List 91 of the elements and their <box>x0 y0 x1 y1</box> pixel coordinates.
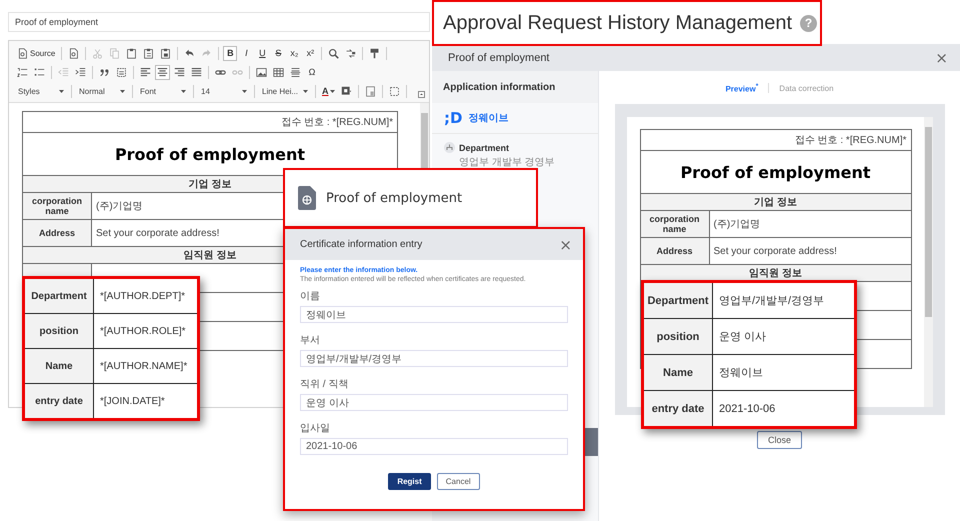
format-button[interactable]: B <box>223 46 238 60</box>
format-button[interactable]: S <box>271 46 286 60</box>
department-label: Department <box>459 142 510 152</box>
close-button[interactable]: × <box>559 236 572 254</box>
redo-arrow-icon <box>201 48 212 58</box>
user-name: 정웨이브 <box>468 112 508 125</box>
clipboard-text-icon <box>143 48 154 58</box>
section-heading: 기업 정보 <box>640 194 911 210</box>
fill-color-icon <box>340 86 352 96</box>
org-chart-icon <box>444 142 455 153</box>
toolbar-dropdown[interactable]: Line Hei... <box>259 84 311 98</box>
input-field[interactable]: 정웨이브 <box>300 306 568 323</box>
registration-number: 접수 번호 : *[REG.NUM]* <box>22 112 398 132</box>
close-button[interactable]: × <box>935 48 948 66</box>
toolbar-dropdown[interactable]: Styles <box>15 84 67 98</box>
format-brush-icon <box>369 48 380 58</box>
dashed-square-icon <box>388 86 400 96</box>
indent-icon <box>75 66 86 78</box>
format-button[interactable]: x² <box>303 46 318 60</box>
close-button[interactable]: Close <box>756 431 802 449</box>
toolbar-dropdown[interactable]: 14 <box>198 84 250 98</box>
row-label: entry date <box>642 390 712 428</box>
scissors-icon <box>92 48 104 58</box>
search-icon <box>328 48 340 58</box>
text-color-button[interactable]: A <box>320 84 336 98</box>
input-field[interactable]: 운영 이사 <box>300 394 568 411</box>
caret-icon <box>242 90 247 92</box>
page-title: Approval Request History Management <box>443 12 792 34</box>
title-field[interactable]: Proof of employment <box>8 12 430 32</box>
field-label: 이름 <box>300 290 321 303</box>
format-button[interactable]: I <box>239 46 254 60</box>
numbered-list-icon <box>17 66 28 78</box>
outdent-icon <box>58 66 69 78</box>
quote-marks-icon <box>99 66 110 78</box>
caret-icon <box>120 90 125 92</box>
field-label: 직위 / 직책 <box>300 378 350 391</box>
document-globe-icon <box>298 186 316 210</box>
input-field[interactable]: 2021-10-06 <box>300 438 568 455</box>
caret-icon <box>59 90 64 92</box>
clipboard-word-icon <box>160 48 172 58</box>
align-center-icon <box>157 66 168 78</box>
row-label: Name <box>24 348 94 384</box>
row-label: Department <box>24 278 94 314</box>
format-button[interactable]: x₂ <box>287 46 302 60</box>
caret-icon <box>330 90 334 92</box>
align-center-button[interactable] <box>155 64 170 80</box>
align-left-icon <box>140 66 151 78</box>
field-label: 부서 <box>300 334 321 347</box>
row-label: corporation name <box>640 210 709 238</box>
row-label: Department <box>642 282 712 318</box>
scrollbar[interactable] <box>924 117 932 407</box>
submit-button[interactable]: Regist <box>388 473 431 490</box>
format-button[interactable]: Ω <box>305 64 319 80</box>
div-box-icon <box>116 66 127 78</box>
row-label: Name <box>642 354 712 390</box>
department-value: 영업부 개발부 경영부 <box>458 156 556 169</box>
horizontal-rule-icon <box>290 66 301 78</box>
align-justify-icon <box>191 66 202 78</box>
cancel-button[interactable]: Cancel <box>436 473 480 490</box>
clipboard-icon <box>126 48 138 58</box>
modal-title: Proof of employment <box>448 52 550 64</box>
caret-icon <box>181 90 186 92</box>
registration-number: 접수 번호 : *[REG.NUM]* <box>640 130 911 150</box>
input-field[interactable]: 영업부/개발부/경영부 <box>300 350 568 367</box>
page-preview-icon <box>17 48 28 58</box>
bulleted-list-icon <box>34 66 45 78</box>
page-preview-icon <box>68 48 80 58</box>
tab[interactable]: Preview$^{*}$ <box>725 82 758 94</box>
toolbar-dropdown[interactable]: Normal <box>76 84 128 98</box>
copy-icon <box>109 48 120 58</box>
field-label: 입사일 <box>300 422 331 435</box>
caret-icon <box>303 90 308 92</box>
table-grid-icon <box>273 66 284 78</box>
company-logo: ;D <box>444 109 462 127</box>
undo-arrow-icon <box>184 48 196 58</box>
row-label: position <box>642 318 712 354</box>
sidebar-heading: Application information <box>432 71 598 103</box>
page-frame-icon <box>364 86 376 96</box>
row-value: (주)기업명 <box>709 210 911 238</box>
row-label: Address <box>640 238 709 264</box>
source-button[interactable]: Source <box>15 46 58 60</box>
row-label: Address <box>22 220 92 246</box>
collapse-icon[interactable] <box>418 91 425 98</box>
replace-arrows-icon <box>345 48 356 58</box>
toolbar-dropdown[interactable]: Font <box>137 84 189 98</box>
row-label: position <box>24 314 94 348</box>
row-label: corporation name <box>22 192 92 220</box>
row-label: entry date <box>24 384 94 420</box>
image-frame-icon <box>256 66 267 78</box>
align-right-icon <box>174 66 185 78</box>
format-button[interactable]: U <box>255 46 270 60</box>
